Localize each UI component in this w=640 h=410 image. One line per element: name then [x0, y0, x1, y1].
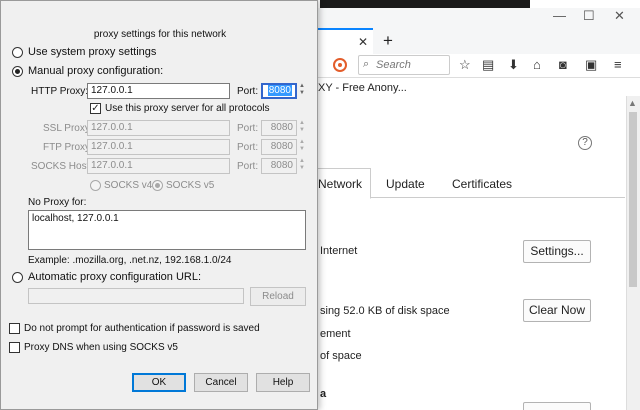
no-proxy-label: No Proxy for: [28, 197, 87, 208]
search-input[interactable]: ⌕ Search [358, 55, 450, 75]
http-proxy-label: HTTP Proxy: [31, 86, 89, 97]
all-protocols-label: Use this proxy server for all protocols [105, 103, 270, 114]
proxy-dns-checkbox[interactable] [9, 342, 20, 353]
socks-v5-radio[interactable] [152, 180, 163, 191]
maximize-icon[interactable]: ☐ [583, 8, 595, 24]
auto-proxy-radio[interactable] [12, 272, 23, 283]
ftp-port-label: Port: [237, 142, 259, 153]
cache-usage-text: sing 52.0 KB of disk space [320, 305, 450, 317]
ftp-proxy-label: FTP Proxy: [43, 142, 93, 153]
pocket-save-icon[interactable]: ◙ [559, 58, 567, 72]
page-title-fragment: XY - Free Anony... [318, 82, 407, 94]
http-port-value: 8080 [267, 85, 292, 96]
connection-description: Internet [320, 245, 358, 257]
help-icon[interactable]: ? [578, 136, 592, 150]
system-proxy-radio[interactable] [12, 47, 23, 58]
reload-button[interactable]: Reload [250, 287, 306, 306]
no-proxy-textarea[interactable]: localhost, 127.0.0.1 [28, 210, 306, 250]
ssl-port-input[interactable]: 8080 [261, 120, 297, 136]
home-icon[interactable]: ⌂ [533, 58, 541, 72]
ssl-proxy-label: SSL Proxy: [43, 123, 93, 134]
ftp-proxy-input[interactable]: 127.0.0.1 [87, 139, 230, 155]
page-scroll-thumb[interactable] [629, 112, 637, 287]
reader-icon[interactable]: ▣ [585, 58, 597, 72]
http-port-input[interactable]: 8080 [261, 83, 297, 99]
clear-now-button[interactable]: Clear Now [523, 299, 591, 322]
ssl-port-spinner-icon[interactable]: ▲ ▼ [298, 120, 306, 136]
download-icon[interactable]: ⬇ [508, 58, 519, 72]
section-heading-fragment: a [320, 388, 327, 400]
close-window-icon[interactable]: ✕ [614, 8, 625, 24]
new-tab-button[interactable]: + [383, 31, 393, 51]
no-auth-prompt-checkbox[interactable] [9, 323, 20, 334]
cancel-button[interactable]: Cancel [194, 373, 248, 392]
scroll-up-icon[interactable]: ▲ [628, 98, 637, 108]
management-text: ement [320, 328, 351, 340]
search-placeholder: Search [376, 59, 411, 71]
no-proxy-example: Example: .mozilla.org, .net.nz, 192.168.… [28, 255, 232, 266]
reading-list-icon[interactable]: ▤ [482, 58, 494, 72]
help-button[interactable]: Help [256, 373, 310, 392]
ok-button[interactable]: OK [132, 373, 186, 392]
socks-host-input[interactable]: 127.0.0.1 [87, 158, 230, 174]
ftp-port-input[interactable]: 8080 [261, 139, 297, 155]
system-proxy-label: Use system proxy settings [28, 46, 157, 58]
http-port-spinner-icon[interactable]: ▲ ▼ [298, 83, 306, 99]
site-identity-icon[interactable] [333, 58, 347, 72]
connection-settings-dialog: proxy settings for this network Use syst… [0, 0, 318, 410]
socks-v4-radio[interactable] [90, 180, 101, 191]
http-port-label: Port: [237, 86, 259, 97]
tab-update[interactable]: Update [386, 177, 425, 191]
ftp-port-spinner-icon[interactable]: ▲ ▼ [298, 139, 306, 155]
ssl-port-label: Port: [237, 123, 259, 134]
tab-network[interactable]: Network [318, 177, 362, 191]
dialog-title: proxy settings for this network [93, 29, 227, 40]
partial-button[interactable] [523, 402, 591, 410]
tab-certificates[interactable]: Certificates [452, 177, 512, 191]
socks-port-input[interactable]: 8080 [261, 158, 297, 174]
no-auth-prompt-label: Do not prompt for authentication if pass… [24, 323, 260, 334]
ssl-proxy-input[interactable]: 127.0.0.1 [87, 120, 230, 136]
socks-host-label: SOCKS Host: [31, 161, 93, 172]
space-text: of space [320, 350, 362, 362]
auto-proxy-url-input[interactable] [28, 288, 244, 304]
all-protocols-checkbox[interactable]: ✓ [90, 103, 101, 114]
manual-proxy-label: Manual proxy configuration: [28, 65, 164, 77]
settings-button[interactable]: Settings... [523, 240, 591, 263]
socks-v5-label: SOCKS v5 [166, 180, 215, 191]
proxy-dns-label: Proxy DNS when using SOCKS v5 [24, 342, 178, 353]
socks-port-label: Port: [237, 161, 259, 172]
menu-icon[interactable]: ≡ [614, 58, 622, 72]
socks-v4-label: SOCKS v4 [104, 180, 153, 191]
search-icon: ⌕ [363, 58, 370, 70]
minimize-icon[interactable]: — [553, 8, 566, 23]
background-page-logo [320, 0, 530, 8]
socks-port-spinner-icon[interactable]: ▲ ▼ [298, 158, 306, 174]
star-icon[interactable]: ☆ [459, 58, 471, 72]
manual-proxy-radio[interactable] [12, 66, 23, 77]
tab-close-icon[interactable]: ✕ [358, 35, 368, 49]
auto-proxy-label: Automatic proxy configuration URL: [28, 271, 202, 283]
http-proxy-input[interactable]: 127.0.0.1 [87, 83, 230, 99]
